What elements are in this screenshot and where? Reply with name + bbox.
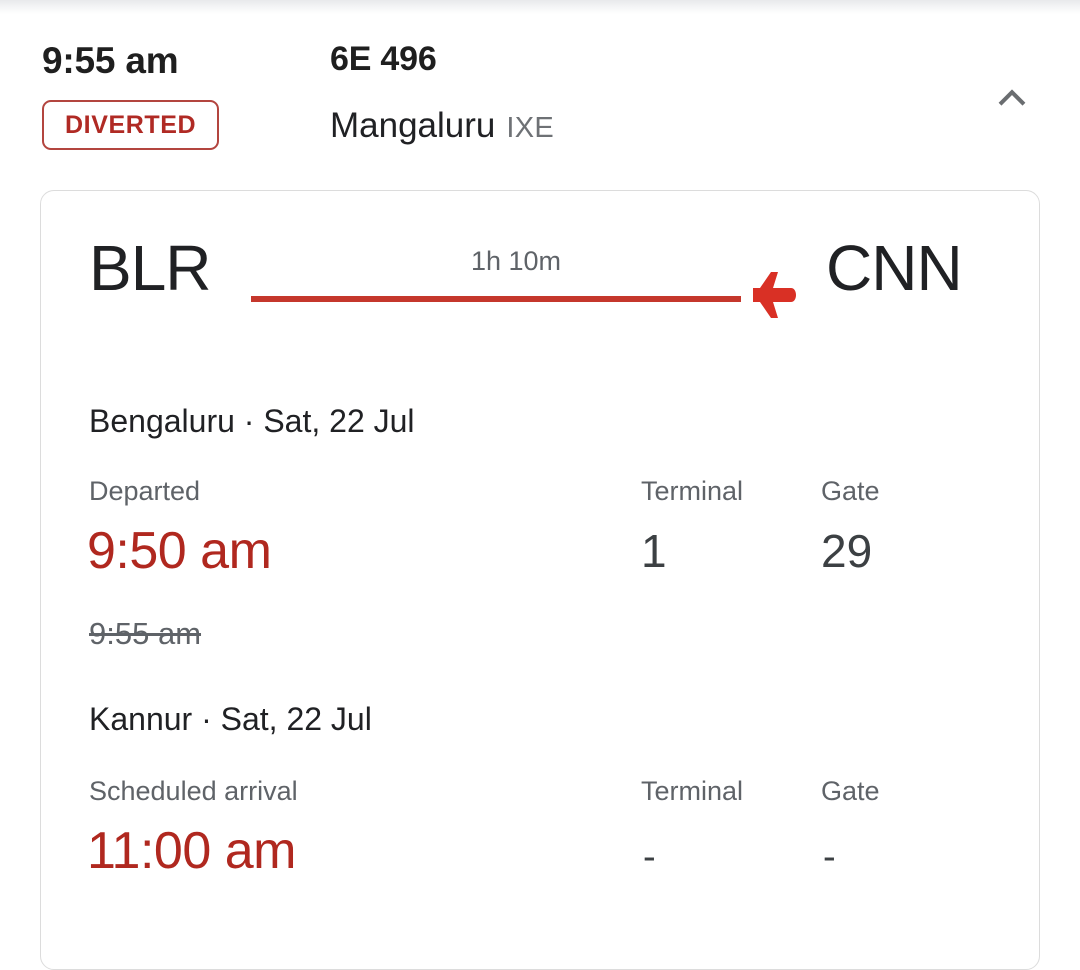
arrival-gate-label: Gate xyxy=(821,776,880,806)
departure-actual-time: 9:50 am xyxy=(87,522,272,580)
route-summary: BLR 1h 10m CNN xyxy=(41,191,1041,341)
origin-airport-code: BLR xyxy=(89,232,211,304)
arrival-terminal-label: Terminal xyxy=(641,776,744,806)
departure-terminal-value: 1 xyxy=(641,525,667,577)
flight-number: 6E 496 xyxy=(330,40,437,78)
arrival-city-date: Kannur · Sat, 22 Jul xyxy=(89,701,372,737)
collapse-button[interactable] xyxy=(980,66,1044,130)
chevron-up-icon xyxy=(998,89,1026,106)
destination-city-name: Mangaluru xyxy=(330,106,496,145)
flight-detail-card: BLR 1h 10m CNN Bengaluru · Sat, 22 Jul D… xyxy=(40,190,1040,970)
status-badge: DIVERTED xyxy=(42,100,220,150)
scheduled-departure-time: 9:55 am xyxy=(42,40,179,81)
airplane-icon xyxy=(731,269,797,329)
departure-terminal-label: Terminal xyxy=(641,476,744,506)
departure-gate-label: Gate xyxy=(821,476,880,506)
flight-duration: 1h 10m xyxy=(470,246,562,276)
destination-airport-code-route: CNN xyxy=(826,232,963,304)
arrival-gate-value: - xyxy=(823,836,836,878)
departure-city-date: Bengaluru · Sat, 22 Jul xyxy=(89,403,415,439)
departure-gate-value: 29 xyxy=(821,525,873,577)
arrival-terminal-value: - xyxy=(643,836,656,878)
arrival-scheduled-time: 11:00 am xyxy=(87,822,296,880)
status-badge-label: DIVERTED xyxy=(65,110,197,139)
scroll-shadow xyxy=(0,0,1080,14)
departure-previous-time: 9:55 am xyxy=(89,616,202,651)
arrival-status-label: Scheduled arrival xyxy=(89,776,298,806)
header-destination: Mangaluru IXE xyxy=(330,106,554,146)
destination-airport-code: IXE xyxy=(506,112,555,144)
route-line xyxy=(251,296,741,302)
flight-header[interactable]: 9:55 am DIVERTED 6E 496 Mangaluru IXE xyxy=(0,28,1080,168)
departure-status-label: Departed xyxy=(89,476,201,506)
